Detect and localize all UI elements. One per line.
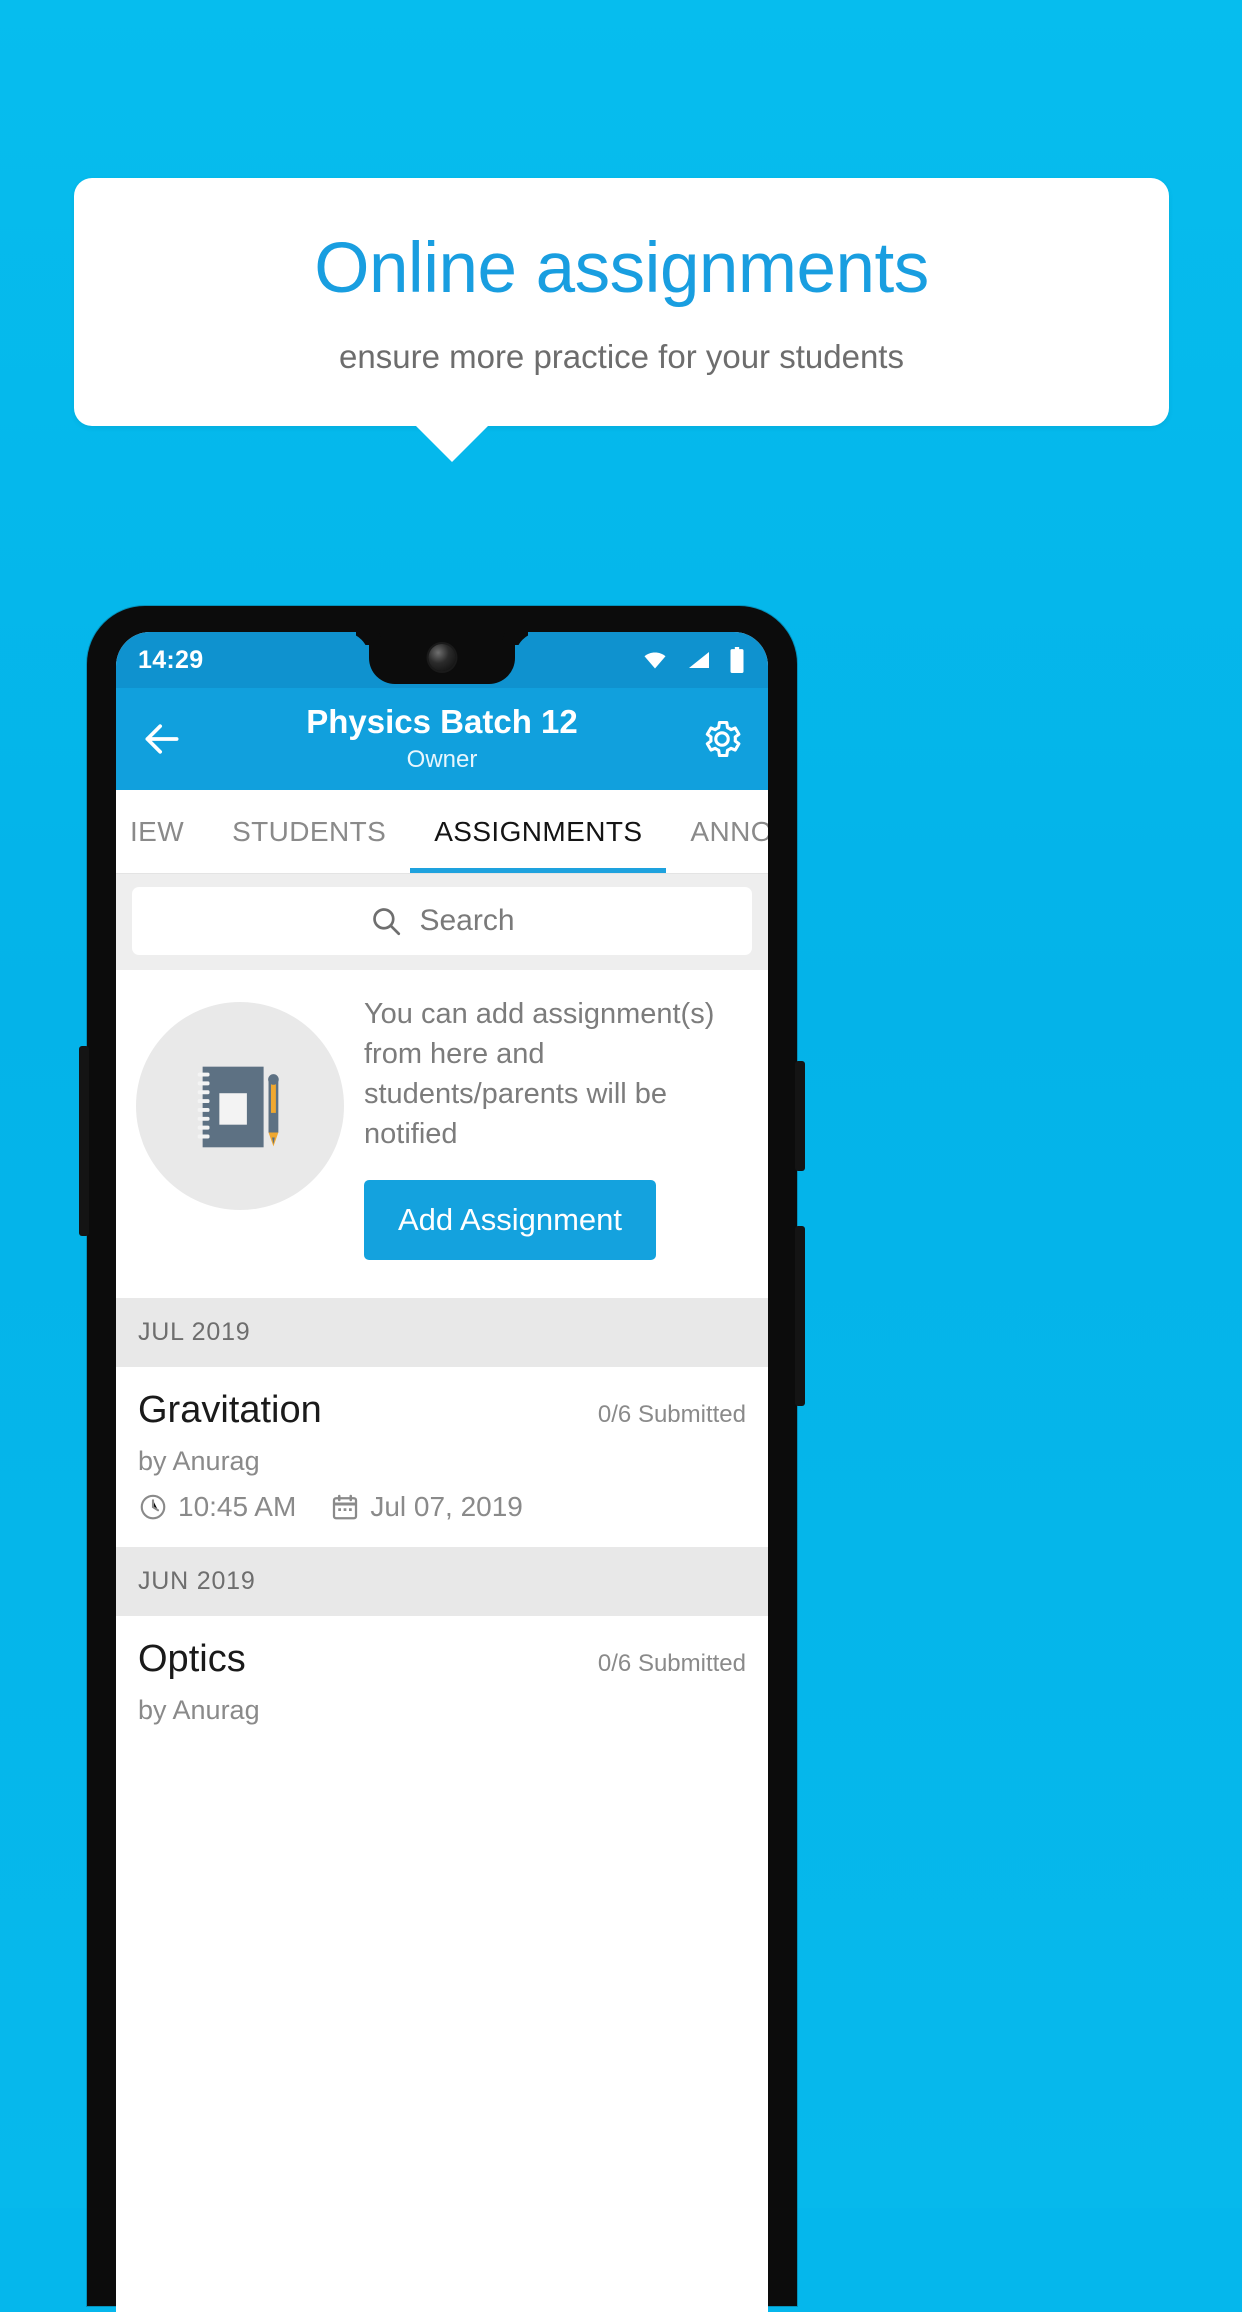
phone-screen: 14:29 Physics Batch 12 Owner IEW STUDENT…: [116, 632, 768, 2312]
battery-icon: [728, 647, 746, 673]
tab-announcements[interactable]: ANNOUNCEM: [666, 790, 768, 873]
status-bar: 14:29: [116, 632, 768, 688]
tab-overview[interactable]: IEW: [116, 790, 208, 873]
assignment-meta: 10:45 AM Jul 07, 2019: [138, 1491, 746, 1523]
page-title: Physics Batch 12: [306, 703, 578, 741]
back-arrow-icon[interactable]: [140, 717, 184, 761]
assignment-row-optics[interactable]: Optics 0/6 Submitted by Anurag: [116, 1616, 768, 1751]
add-assignment-button[interactable]: Add Assignment: [364, 1180, 657, 1261]
assignment-submitted-count: 0/6 Submitted: [597, 1650, 746, 1678]
assignment-submitted-count: 0/6 Submitted: [597, 1401, 746, 1429]
phone-notch: [369, 632, 515, 684]
tab-bar[interactable]: IEW STUDENTS ASSIGNMENTS ANNOUNCEM: [116, 790, 768, 874]
assignment-author: by Anurag: [138, 1695, 260, 1726]
front-camera-icon: [428, 644, 456, 671]
tab-assignments[interactable]: ASSIGNMENTS: [410, 790, 667, 873]
promo-callout: Online assignments ensure more practice …: [74, 178, 1169, 426]
assignment-time: 10:45 AM: [178, 1491, 297, 1523]
page-subtitle: Owner: [406, 745, 478, 773]
month-header-jun: JUN 2019: [116, 1547, 768, 1617]
empty-state-card: You can add assignment(s) from here and …: [116, 970, 768, 1299]
gear-icon[interactable]: [700, 717, 744, 761]
calendar-icon: [330, 1492, 360, 1522]
assignment-header: Gravitation 0/6 Submitted: [138, 1389, 746, 1432]
phone-left-button[interactable]: [79, 1046, 89, 1236]
search-icon: [369, 904, 403, 938]
wifi-icon: [640, 648, 670, 672]
phone-power-button[interactable]: [795, 1061, 805, 1171]
cellular-signal-icon: [686, 648, 712, 672]
search-input[interactable]: Search: [132, 887, 752, 955]
assignment-title: Gravitation: [138, 1389, 322, 1432]
assignment-header: Optics 0/6 Submitted: [138, 1638, 746, 1681]
search-placeholder: Search: [419, 904, 515, 937]
empty-state-text: You can add assignment(s) from here and …: [364, 998, 715, 1151]
assignment-row-gravitation[interactable]: Gravitation 0/6 Submitted by Anurag 10:4…: [116, 1367, 768, 1548]
clock-icon: [138, 1492, 168, 1522]
assignment-title: Optics: [138, 1638, 246, 1681]
search-bar-container: Search: [116, 874, 768, 970]
status-time: 14:29: [138, 645, 204, 674]
assignment-date: Jul 07, 2019: [370, 1491, 523, 1523]
month-header-jul: JUL 2019: [116, 1298, 768, 1368]
status-icons: [640, 647, 746, 673]
promo-title: Online assignments: [314, 228, 929, 308]
app-bar: Physics Batch 12 Owner: [116, 688, 768, 790]
phone-device: 14:29 Physics Batch 12 Owner IEW STUDENT…: [79, 606, 805, 2312]
phone-volume-button[interactable]: [795, 1226, 805, 1406]
promo-subtitle: ensure more practice for your students: [339, 337, 904, 375]
notebook-and-pen-icon: [136, 1002, 344, 1210]
callout-tail: [415, 425, 489, 462]
tab-students[interactable]: STUDENTS: [208, 790, 410, 873]
empty-state-content: You can add assignment(s) from here and …: [364, 994, 748, 1261]
app-bar-titles: Physics Batch 12 Owner: [116, 704, 768, 773]
assignment-author: by Anurag: [138, 1446, 260, 1477]
